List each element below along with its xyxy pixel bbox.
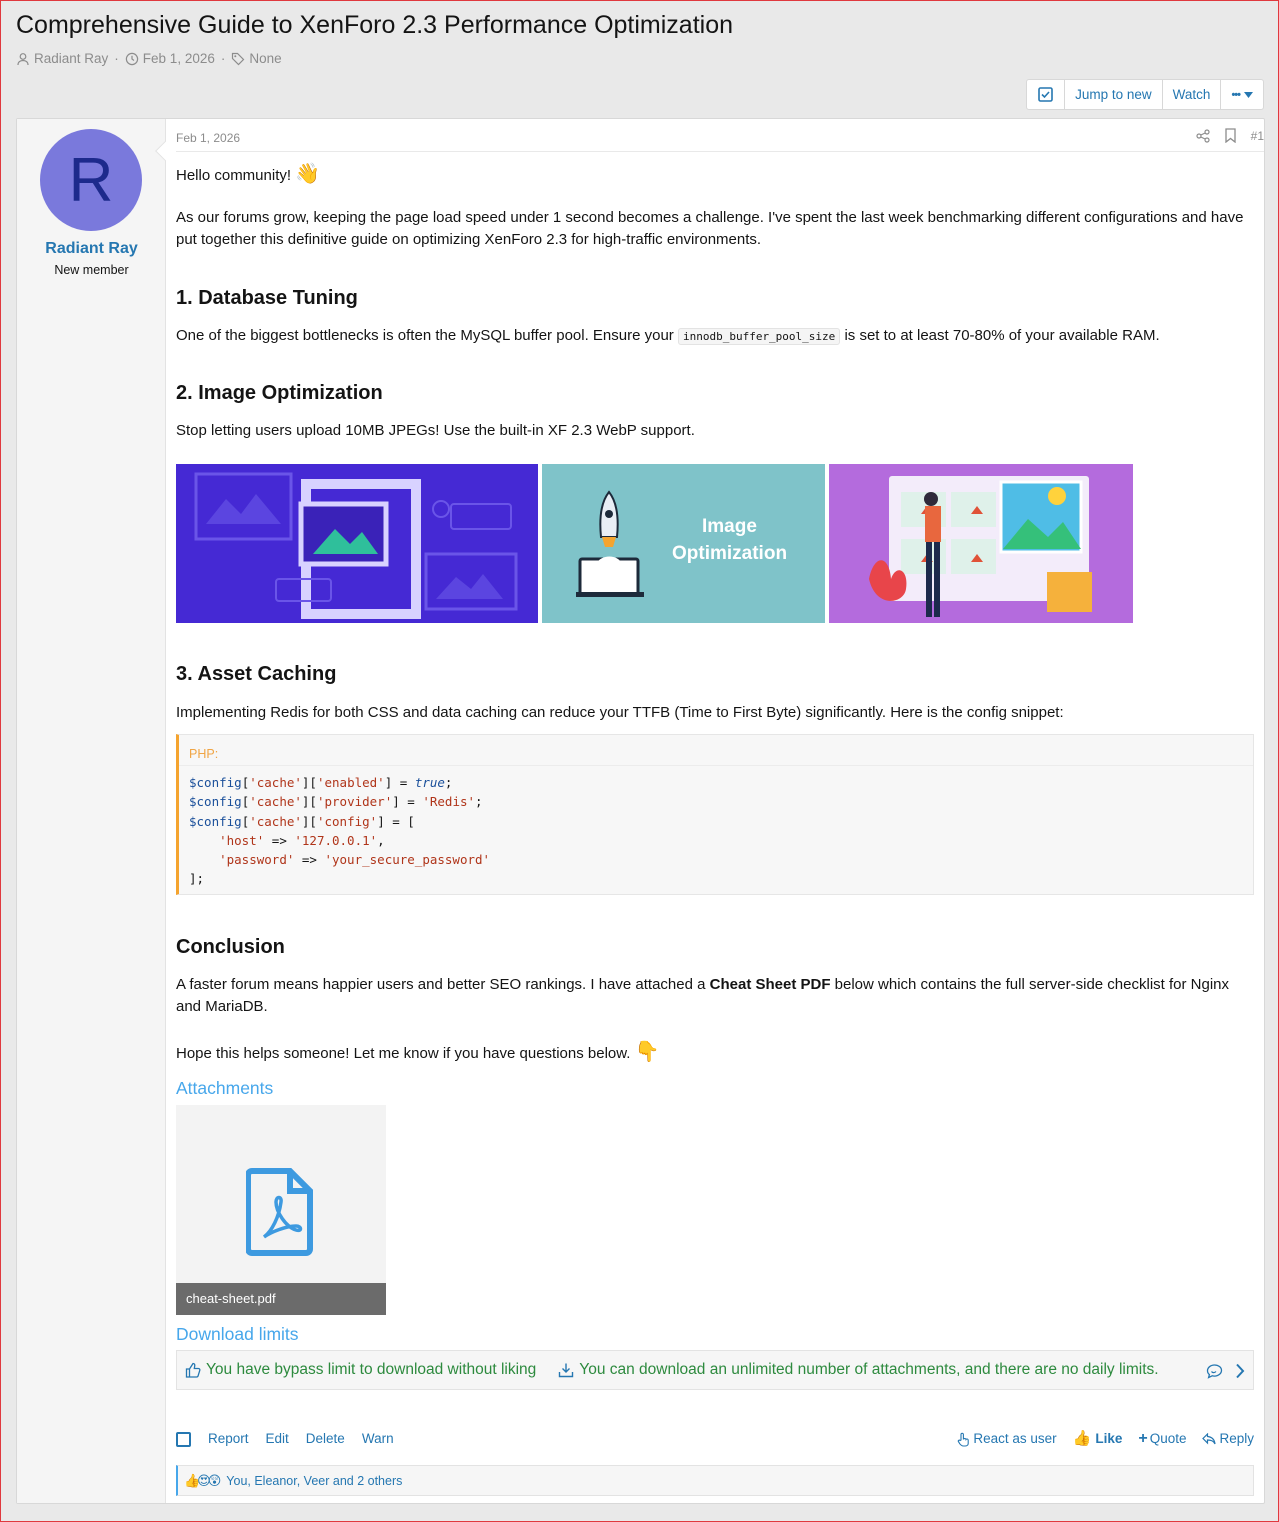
download-limits-box: You have bypass limit to download withou… [176,1350,1254,1390]
database-paragraph: One of the biggest bottlenecks is often … [176,325,1254,348]
post-header-actions: #1 [1196,128,1264,143]
report-link[interactable]: Report [208,1428,249,1450]
post-date[interactable]: Feb 1, 2026 [176,131,240,145]
post-container: R Radiant Ray New member Feb 1, 2026 #1 … [16,118,1265,1504]
post-number[interactable]: #1 [1251,129,1264,143]
download-icon [559,1363,574,1378]
section-heading-image: 2. Image Optimization [176,382,383,404]
reply-icon [1202,1433,1217,1445]
code-language-label: PHP: [189,747,219,761]
react-as-user-link[interactable]: React as user [957,1428,1057,1450]
like-emoji-icon: 👍 [1072,1430,1092,1447]
meta-separator: · [114,51,119,66]
bypass-limit-text: You have bypass limit to download withou… [206,1361,537,1378]
thread-author[interactable]: Radiant Ray [34,51,108,66]
post-header: Feb 1, 2026 #1 [176,119,1264,152]
edit-link[interactable]: Edit [266,1428,289,1450]
database-text-post: is set to at least 70-80% of your availa… [840,327,1160,344]
user-icon [17,52,29,65]
reply-button[interactable]: Reply [1202,1428,1254,1450]
reaction-emojis: 👍😍😲 [184,1472,221,1488]
meta-separator: · [220,51,226,66]
image-gallery: Image Optimization [176,464,1133,623]
inline-code: innodb_buffer_pool_size [677,328,841,345]
hand-pointer-icon [958,1432,970,1447]
unlimited-downloads-text: You can download an unlimited number of … [579,1361,1159,1378]
post-actions-left: Report Edit Delete Warn [176,1428,394,1450]
image-thumbnail-rocket[interactable]: Image Optimization [542,464,825,623]
chevron-down-icon [1244,91,1253,98]
reactions-bar[interactable]: 👍😍😲 You, Eleanor, Veer and 2 others [176,1465,1254,1496]
intro-paragraph: As our forums grow, keeping the page loa… [176,209,1244,248]
code-content[interactable]: $config['cache']['enabled'] = true; $con… [189,773,490,889]
username[interactable]: Radiant Ray [17,240,166,258]
image-caption-line2: Optimization [672,543,788,564]
checkbox-checked-icon [1038,87,1053,102]
chat-bubble-icon[interactable] [1206,1363,1223,1379]
user-title: New member [54,263,129,277]
quote-button[interactable]: + Quote [1138,1428,1186,1450]
react-as-user-label: React as user [973,1431,1057,1446]
post-actions-right: React as user 👍 Like + Quote Reply [957,1428,1254,1450]
thread-meta: Radiant Ray · Feb 1, 2026 · None [16,51,282,66]
select-post-checkbox[interactable] [176,1431,191,1447]
conclusion-bold: Cheat Sheet PDF [709,976,831,993]
jump-to-new-button[interactable]: Jump to new [1065,80,1163,109]
conclusion-text-pre: A faster forum means happier users and b… [176,976,710,993]
code-block: PHP: $config['cache']['enabled'] = true;… [176,734,1254,895]
closing-line: Hope this helps someone! Let me know if … [176,1041,1254,1065]
waving-hand-emoji: 👋 [295,163,321,185]
section-heading-caching: 3. Asset Caching [176,663,337,685]
pdf-file-icon [246,1168,313,1256]
attachment-card[interactable]: cheat-sheet.pdf [176,1105,386,1315]
tag-icon [232,52,245,65]
caching-paragraph: Implementing Redis for both CSS and data… [176,704,1064,721]
more-dots: ••• [1231,88,1241,101]
share-icon[interactable] [1196,128,1210,143]
post-main: Feb 1, 2026 #1 Hello community! 👋 As our… [166,119,1264,1503]
clock-icon [125,52,138,65]
like-label: Like [1095,1431,1123,1446]
avatar[interactable]: R [40,129,142,231]
image-caption-line1: Image [702,516,757,537]
conclusion-paragraph: A faster forum means happier users and b… [176,974,1254,1018]
attachment-filename[interactable]: cheat-sheet.pdf [176,1283,386,1315]
section-heading-conclusion: Conclusion [176,936,285,958]
like-button[interactable]: 👍 Like [1073,1428,1123,1450]
compression-illustration [194,472,518,619]
delete-link[interactable]: Delete [306,1428,345,1450]
download-limits-title: Download limits [176,1324,299,1344]
code-header-divider [179,765,1253,766]
warn-link[interactable]: Warn [362,1428,394,1450]
database-text-pre: One of the biggest bottlenecks is often … [176,327,678,344]
thread-toolbar: Jump to new Watch ••• [1026,79,1264,110]
attachments-title: Attachments [176,1078,274,1098]
unlimited-downloads-notice: You can download an unlimited number of … [558,1359,1159,1381]
bookmark-icon[interactable] [1224,128,1237,143]
reply-label: Reply [1219,1431,1254,1446]
gallery-illustration [869,476,1092,617]
thread-date[interactable]: Feb 1, 2026 [143,51,215,66]
image-thumbnail-compression[interactable] [176,464,538,623]
thread-tags: None [249,51,282,66]
plus-icon: + [1138,1430,1148,1447]
select-thread-button[interactable] [1027,80,1066,109]
post-user-cell: R Radiant Ray New member [17,119,166,1503]
greeting-text: Hello community! [176,167,292,184]
reaction-summary[interactable]: You, Eleanor, Veer and 2 others [226,1470,402,1492]
closing-text: Hope this helps someone! Let me know if … [176,1045,631,1062]
chevron-right-icon[interactable] [1235,1363,1245,1379]
post-actions-bar: Report Edit Delete Warn React as user 👍 … [176,1425,1254,1447]
image-paragraph: Stop letting users upload 10MB JPEGs! Us… [176,422,695,439]
thread-title: Comprehensive Guide to XenForo 2.3 Perfo… [16,11,734,39]
bypass-limit-notice: You have bypass limit to download withou… [185,1359,536,1381]
quote-label: Quote [1149,1431,1187,1446]
section-heading-database: 1. Database Tuning [176,287,358,309]
pointing-down-emoji: 👇 [634,1041,660,1063]
image-thumbnail-gallery[interactable] [829,464,1133,623]
watch-button[interactable]: Watch [1163,80,1222,109]
more-options-button[interactable]: ••• [1221,80,1263,109]
greeting-line: Hello community! 👋 [176,163,1254,187]
thumbs-up-icon [185,1362,201,1378]
